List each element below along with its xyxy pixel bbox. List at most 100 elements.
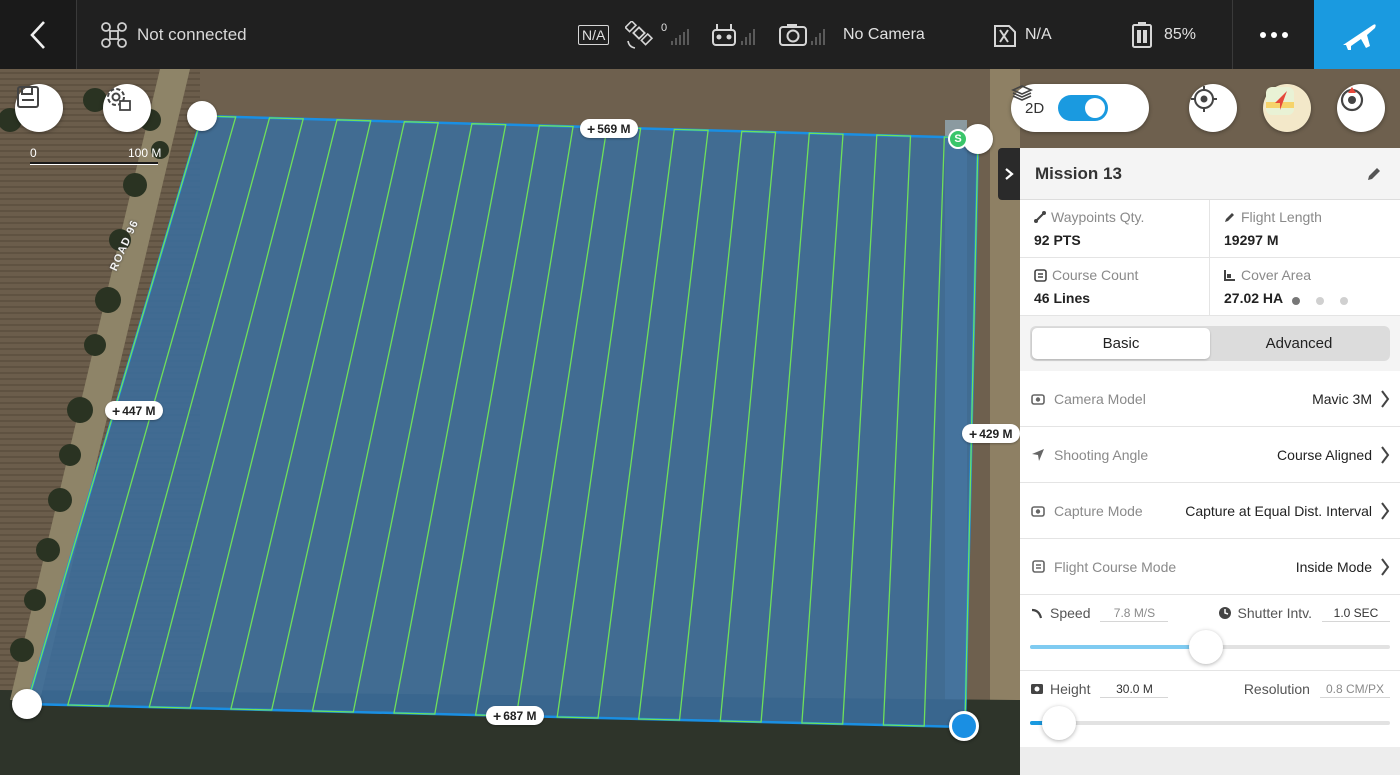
battery-status: 85% (1130, 0, 1196, 69)
tab-basic[interactable]: Basic (1032, 328, 1210, 359)
gps-status: 0 (625, 0, 690, 69)
stat-flight-length-label: Flight Length (1241, 209, 1322, 225)
camera-status-text: No Camera (843, 25, 925, 43)
edge-length-bottom-value: 687 M (503, 708, 537, 723)
mission-title: Mission 13 (1035, 163, 1122, 183)
edge-length-top[interactable]: +569 M (580, 119, 638, 138)
stat-course-count-value: 46 Lines (1034, 290, 1091, 306)
edge-length-bottom[interactable]: +687 M (486, 706, 544, 725)
stats-page-indicator[interactable] (1292, 297, 1348, 305)
shutter-field[interactable]: 1.0 SEC (1322, 605, 1390, 622)
edit-name-icon[interactable] (1366, 166, 1382, 182)
capture-mode-row[interactable]: Capture Mode Capture at Equal Dist. Inte… (1020, 483, 1400, 539)
area-icon (1224, 270, 1235, 281)
scale-line (30, 162, 158, 165)
edge-length-left[interactable]: +447 M (105, 401, 163, 420)
drone-icon (101, 21, 127, 48)
capture-icon (1031, 505, 1045, 517)
page-dot-3[interactable] (1340, 297, 1348, 305)
chevron-right-icon (1381, 389, 1390, 408)
tab-advanced[interactable]: Advanced (1210, 328, 1388, 359)
satellite-icon (625, 20, 654, 49)
flight-course-mode-label: Flight Course Mode (1054, 558, 1177, 575)
speed-slider-handle[interactable] (1189, 630, 1224, 664)
flight-course-mode-value: Inside Mode (1295, 558, 1372, 575)
height-control: Height 30.0 M Resolution 0.8 CM/PX (1020, 671, 1400, 747)
shutter-label: Shutter Intv. (1237, 605, 1312, 621)
height-label: Height (1050, 681, 1091, 697)
speed-slider-fill (1030, 645, 1207, 649)
scale-min: 0 (30, 146, 37, 160)
stat-cover-area-label: Cover Area (1241, 267, 1312, 283)
stat-flight-length-value: 19297 M (1224, 232, 1279, 248)
vertex-bottom-left[interactable] (12, 689, 42, 719)
remote-controller-icon (712, 23, 736, 46)
more-icon (1259, 31, 1288, 38)
height-field[interactable]: 30.0 M (1100, 681, 1169, 698)
view-mode-label: 2D (1025, 99, 1045, 117)
stat-waypoints-label: Waypoints Qty. (1051, 209, 1145, 225)
rc-signal-bars (741, 25, 755, 45)
panel-collapse-button[interactable] (998, 148, 1020, 200)
height-slider-handle[interactable] (1041, 706, 1076, 740)
mission-settings-button[interactable] (103, 84, 151, 132)
page-dot-1[interactable] (1292, 297, 1300, 305)
shooting-angle-row[interactable]: Shooting Angle Course Aligned (1020, 427, 1400, 483)
camera-model-row[interactable]: Camera Model Mavic 3M (1020, 371, 1400, 427)
edge-length-right[interactable]: +429 M (962, 424, 1020, 443)
save-mission-button[interactable] (15, 84, 63, 132)
flight-mode-status: N/A (578, 0, 610, 69)
vertex-top-left[interactable] (187, 101, 217, 131)
height-slider[interactable] (1030, 706, 1390, 740)
vertex-bottom-right[interactable] (949, 711, 979, 741)
resolution-field: 0.8 CM/PX (1319, 681, 1390, 698)
maps-app-button[interactable] (1263, 84, 1311, 132)
takeoff-button[interactable] (1314, 0, 1400, 69)
speed-slider[interactable] (1030, 630, 1390, 664)
scale-max: 100 M (128, 146, 162, 160)
capture-mode-label: Capture Mode (1054, 502, 1143, 519)
locate-me-button[interactable] (1189, 84, 1237, 132)
takeoff-plane-icon (1343, 23, 1376, 50)
compass-button[interactable] (1337, 84, 1385, 132)
back-button[interactable] (0, 0, 77, 69)
mission-header: Mission 13 (1020, 148, 1400, 200)
satellite-count: 0 (661, 21, 668, 34)
stat-course-count-label: Course Count (1052, 267, 1139, 283)
edge-length-right-value: 429 M (979, 426, 1013, 441)
page-dot-2[interactable] (1316, 297, 1324, 305)
storage-status: N/A (993, 0, 1052, 69)
stat-cover-area: Cover Area 27.02 HA (1210, 258, 1400, 316)
camera-status: No Camera (779, 0, 925, 69)
storage-text: N/A (1025, 25, 1052, 43)
speed-icon (1031, 608, 1043, 619)
chevron-right-icon (1381, 501, 1390, 520)
waypoint-icon (1034, 211, 1046, 223)
mission-panel: Mission 13 Waypoints Qty. 92 PTS Flight … (1020, 148, 1400, 775)
start-point-marker[interactable]: S (948, 129, 968, 149)
flight-course-mode-row[interactable]: Flight Course Mode Inside Mode (1020, 539, 1400, 595)
shooting-angle-label: Shooting Angle (1054, 446, 1149, 463)
gps-signal-bars (671, 25, 690, 45)
view-mode-toggle[interactable]: 2D (1011, 84, 1149, 132)
layers-icon (1011, 85, 1033, 101)
ruler-icon (1225, 213, 1234, 222)
chevron-right-icon (1381, 445, 1390, 464)
stat-waypoints: Waypoints Qty. 92 PTS (1020, 200, 1210, 258)
view-mode-switch[interactable] (1058, 95, 1109, 121)
chevron-right-icon (1005, 168, 1014, 180)
speed-control: Speed 7.8 M/S Shutter Intv. 1.0 SEC (1020, 595, 1400, 671)
camera-model-label: Camera Model (1054, 390, 1146, 407)
battery-text: 85% (1164, 25, 1197, 43)
camera-small-icon (1031, 393, 1045, 405)
direction-icon (1032, 448, 1044, 461)
back-icon (30, 20, 45, 49)
connection-text: Not connected (137, 24, 247, 44)
speed-field[interactable]: 7.8 M/S (1100, 605, 1169, 622)
chevron-right-icon (1381, 557, 1390, 576)
stat-course-count: Course Count 46 Lines (1020, 258, 1210, 316)
edge-length-left-value: 447 M (122, 403, 156, 418)
more-button[interactable] (1232, 0, 1314, 69)
compass-icon (1340, 87, 1364, 112)
connection-status: Not connected (100, 0, 247, 69)
